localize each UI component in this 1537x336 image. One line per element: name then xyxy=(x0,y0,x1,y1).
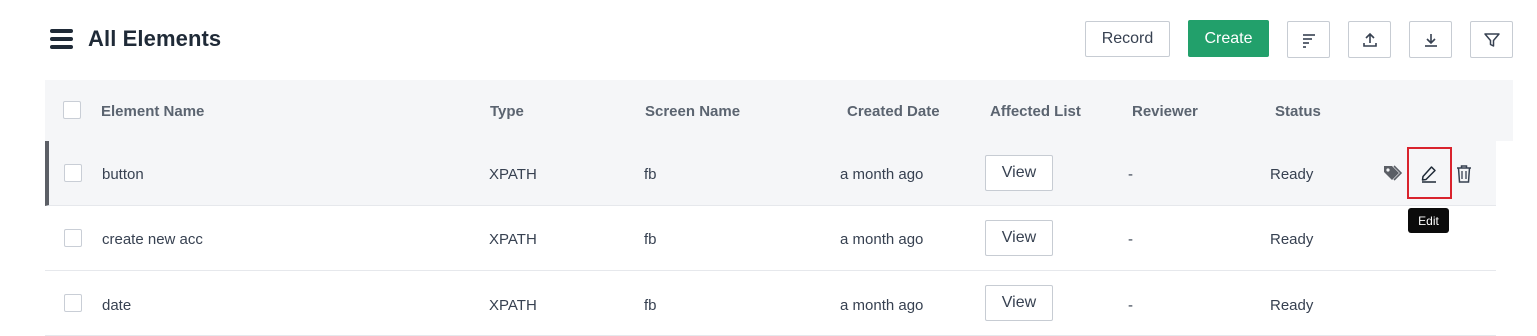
filter-button[interactable] xyxy=(1470,21,1513,58)
reviewer-cell: - xyxy=(1128,297,1133,314)
top-bar: All Elements Record Create xyxy=(0,0,1537,80)
delete-icon xyxy=(1457,165,1471,183)
created-date-cell: a month ago xyxy=(840,231,924,248)
column-header-status[interactable]: Status xyxy=(1275,103,1321,120)
type-cell: XPATH xyxy=(489,297,537,314)
row-checkbox[interactable] xyxy=(64,164,82,182)
row-checkbox[interactable] xyxy=(64,229,82,247)
edit-button-highlight xyxy=(1407,147,1452,199)
view-affected-list-button[interactable]: View xyxy=(985,155,1053,191)
download-button[interactable] xyxy=(1409,21,1452,58)
created-date-cell: a month ago xyxy=(840,297,924,314)
element-name-cell: create new acc xyxy=(102,231,203,248)
created-date-cell: a month ago xyxy=(840,166,924,183)
tag-icon xyxy=(1384,165,1403,181)
screen-name-cell: fb xyxy=(644,297,657,314)
type-cell: XPATH xyxy=(489,231,537,248)
column-header-element-name[interactable]: Element Name xyxy=(101,103,204,120)
sort-button[interactable] xyxy=(1287,21,1330,58)
page-title: All Elements xyxy=(88,26,222,51)
reviewer-cell: - xyxy=(1128,231,1133,248)
status-cell: Ready xyxy=(1270,166,1314,183)
hamburger-menu-icon[interactable] xyxy=(50,29,73,49)
column-header-created-date[interactable]: Created Date xyxy=(847,103,940,120)
element-name-cell: button xyxy=(102,166,144,183)
screen-name-cell: fb xyxy=(644,166,657,183)
type-cell: XPATH xyxy=(489,166,537,183)
column-header-screen-name[interactable]: Screen Name xyxy=(645,103,740,120)
tag-button[interactable] xyxy=(1382,163,1404,185)
column-header-type[interactable]: Type xyxy=(490,103,524,120)
status-cell: Ready xyxy=(1270,231,1314,248)
element-name-cell: date xyxy=(102,297,132,314)
upload-button[interactable] xyxy=(1348,21,1391,58)
status-cell: Ready xyxy=(1270,297,1314,314)
reviewer-cell: - xyxy=(1128,166,1133,183)
sort-icon xyxy=(1302,33,1315,48)
column-header-affected-list: Affected List xyxy=(990,103,1081,120)
filter-icon xyxy=(1483,32,1500,47)
upload-icon xyxy=(1362,32,1377,47)
view-affected-list-button[interactable]: View xyxy=(985,220,1053,256)
download-icon xyxy=(1424,33,1437,47)
delete-button[interactable] xyxy=(1454,163,1474,185)
create-button[interactable]: Create xyxy=(1188,20,1269,57)
record-button[interactable]: Record xyxy=(1085,21,1170,57)
column-header-reviewer: Reviewer xyxy=(1132,103,1198,120)
screen-name-cell: fb xyxy=(644,231,657,248)
view-affected-list-button[interactable]: View xyxy=(985,285,1053,321)
row-checkbox[interactable] xyxy=(64,294,82,312)
select-all-checkbox[interactable] xyxy=(63,101,81,119)
